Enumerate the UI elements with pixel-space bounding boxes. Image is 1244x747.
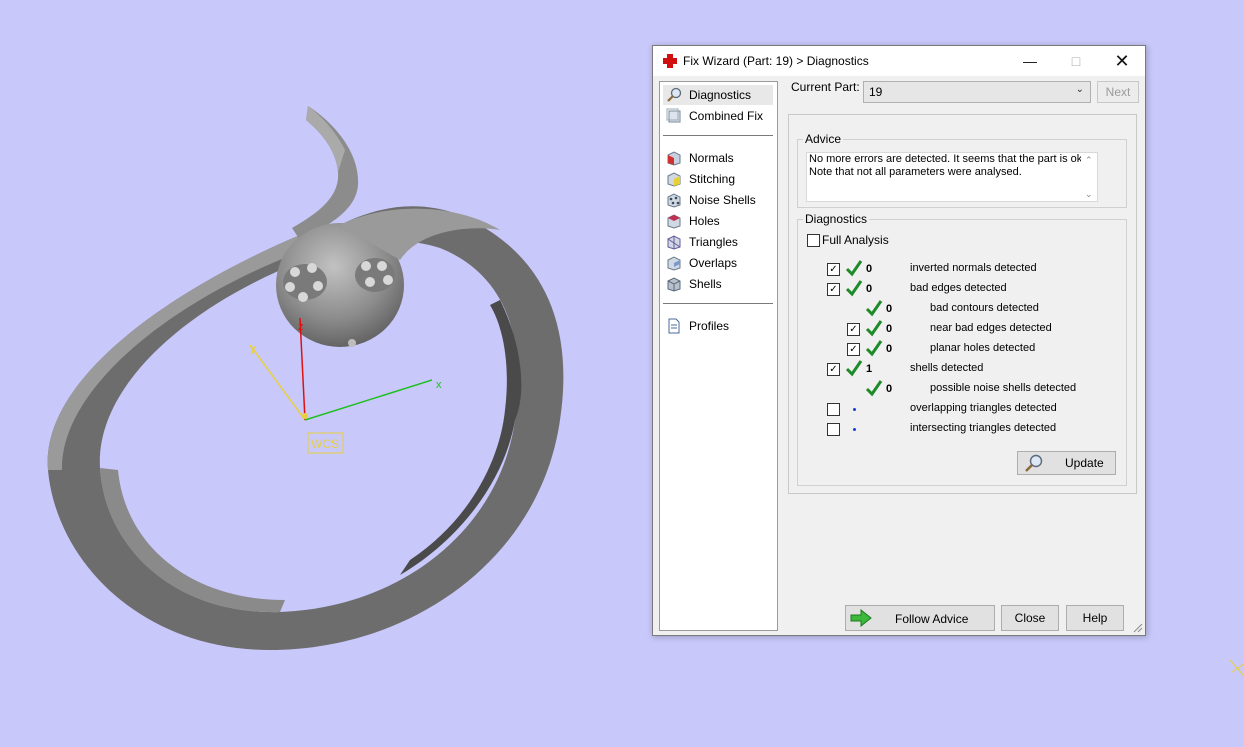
holes-icon xyxy=(667,214,681,229)
advice-text: No more errors are detected. It seems th… xyxy=(809,153,1086,178)
normals-icon xyxy=(667,151,681,166)
check-icon xyxy=(845,260,863,277)
full-analysis-checkbox[interactable] xyxy=(807,234,820,247)
update-button[interactable]: Update xyxy=(1017,451,1116,475)
check-icon xyxy=(865,320,883,337)
bad-edges-checkbox[interactable]: ✓ xyxy=(827,283,840,296)
pending-dot-icon xyxy=(853,408,856,411)
check-icon xyxy=(865,340,883,357)
noise-shells-icon xyxy=(667,193,681,208)
check-icon xyxy=(845,360,863,377)
planar-holes-count: 0 xyxy=(886,343,893,355)
close-button[interactable]: Close xyxy=(1001,605,1059,631)
axis-y-label: y xyxy=(250,343,256,355)
nav-item-shells[interactable]: Shells xyxy=(663,274,773,294)
shells-count: 1 xyxy=(866,363,873,375)
full-analysis-label: Full Analysis xyxy=(822,233,889,247)
triangles-icon xyxy=(667,235,681,250)
noise-shells-label: possible noise shells detected xyxy=(930,382,1077,394)
advice-scrollbar[interactable]: ⌃ ⌄ xyxy=(1081,153,1097,201)
arrow-right-icon xyxy=(850,609,872,627)
check-icon xyxy=(865,300,883,317)
diagnostics-title: Diagnostics xyxy=(803,212,870,226)
intersecting-triangles-label: intersecting triangles detected xyxy=(910,422,1057,434)
planar-holes-checkbox[interactable]: ✓ xyxy=(847,343,860,356)
resize-grip-icon[interactable] xyxy=(1133,623,1143,633)
planar-holes-label: planar holes detected xyxy=(930,342,1036,354)
near-bad-edges-count: 0 xyxy=(886,323,893,335)
shells-checkbox[interactable]: ✓ xyxy=(827,363,840,376)
dialog-title: Fix Wizard (Part: 19) > Diagnostics xyxy=(683,54,869,68)
overlapping-triangles-checkbox[interactable] xyxy=(827,403,840,416)
stitching-icon xyxy=(667,172,681,187)
nav-item-stitching[interactable]: Stitching xyxy=(663,169,773,189)
check-icon xyxy=(865,380,883,397)
nav-item-holes[interactable]: Holes xyxy=(663,211,773,231)
check-icon xyxy=(845,280,863,297)
advice-textbox[interactable]: No more errors are detected. It seems th… xyxy=(806,152,1098,202)
ring-model[interactable] xyxy=(47,106,564,651)
bad-edges-label: bad edges detected xyxy=(910,282,1007,294)
near-bad-edges-label: near bad edges detected xyxy=(930,322,1052,334)
scroll-down-icon[interactable]: ⌄ xyxy=(1085,189,1093,200)
chevron-down-icon: ⌄ xyxy=(1075,84,1084,95)
shells-label: shells detected xyxy=(910,362,984,374)
advice-title: Advice xyxy=(803,132,844,146)
corner-gizmo-icon xyxy=(1229,659,1244,677)
near-bad-edges-checkbox[interactable]: ✓ xyxy=(847,323,860,336)
follow-advice-button[interactable]: Follow Advice xyxy=(845,605,995,631)
current-part-label: Current Part: xyxy=(791,80,860,94)
combined-fix-icon xyxy=(666,108,681,123)
red-cross-icon xyxy=(663,54,677,68)
magnifier-icon xyxy=(1025,454,1043,472)
nav-item-noise-shells[interactable]: Noise Shells xyxy=(663,190,773,210)
maximize-button[interactable]: □ xyxy=(1053,46,1099,76)
axis-x-label: x xyxy=(436,379,442,391)
next-button[interactable]: Next xyxy=(1097,81,1139,103)
intersecting-triangles-checkbox[interactable] xyxy=(827,423,840,436)
minimize-button[interactable]: — xyxy=(1007,46,1053,76)
scroll-up-icon[interactable]: ⌃ xyxy=(1085,155,1093,166)
nav-item-combined-fix[interactable]: Combined Fix xyxy=(663,106,773,126)
bad-contours-count: 0 xyxy=(886,303,893,315)
overlaps-icon xyxy=(667,256,681,271)
current-part-select[interactable]: 19 ⌄ xyxy=(863,81,1091,103)
help-button[interactable]: Help xyxy=(1066,605,1124,631)
inverted-normals-checkbox[interactable]: ✓ xyxy=(827,263,840,276)
nav-item-diagnostics[interactable]: Diagnostics xyxy=(663,85,773,105)
axis-z-label: z xyxy=(298,321,304,333)
inverted-normals-label: inverted normals detected xyxy=(910,262,1037,274)
pending-dot-icon xyxy=(853,428,856,431)
wcs-label: WCS xyxy=(311,437,339,451)
nav-item-normals[interactable]: Normals xyxy=(663,148,773,168)
shells-icon xyxy=(667,277,681,292)
fix-wizard-dialog: Fix Wizard (Part: 19) > Diagnostics — □ … xyxy=(652,45,1146,636)
nav-item-overlaps[interactable]: Overlaps xyxy=(663,253,773,273)
magnifier-icon xyxy=(667,87,682,102)
profiles-icon xyxy=(668,318,680,334)
nav-item-triangles[interactable]: Triangles xyxy=(663,232,773,252)
title-bar[interactable]: Fix Wizard (Part: 19) > Diagnostics — □ … xyxy=(653,46,1145,76)
bad-contours-label: bad contours detected xyxy=(930,302,1039,314)
close-window-button[interactable]: ✕ xyxy=(1099,46,1145,76)
nav-item-profiles[interactable]: Profiles xyxy=(663,316,773,336)
overlapping-triangles-label: overlapping triangles detected xyxy=(910,402,1057,414)
wizard-nav: Diagnostics Combined Fix Normals Stitchi… xyxy=(659,81,778,631)
inverted-normals-count: 0 xyxy=(866,263,873,275)
bad-edges-count: 0 xyxy=(866,283,873,295)
noise-shells-count: 0 xyxy=(886,383,893,395)
